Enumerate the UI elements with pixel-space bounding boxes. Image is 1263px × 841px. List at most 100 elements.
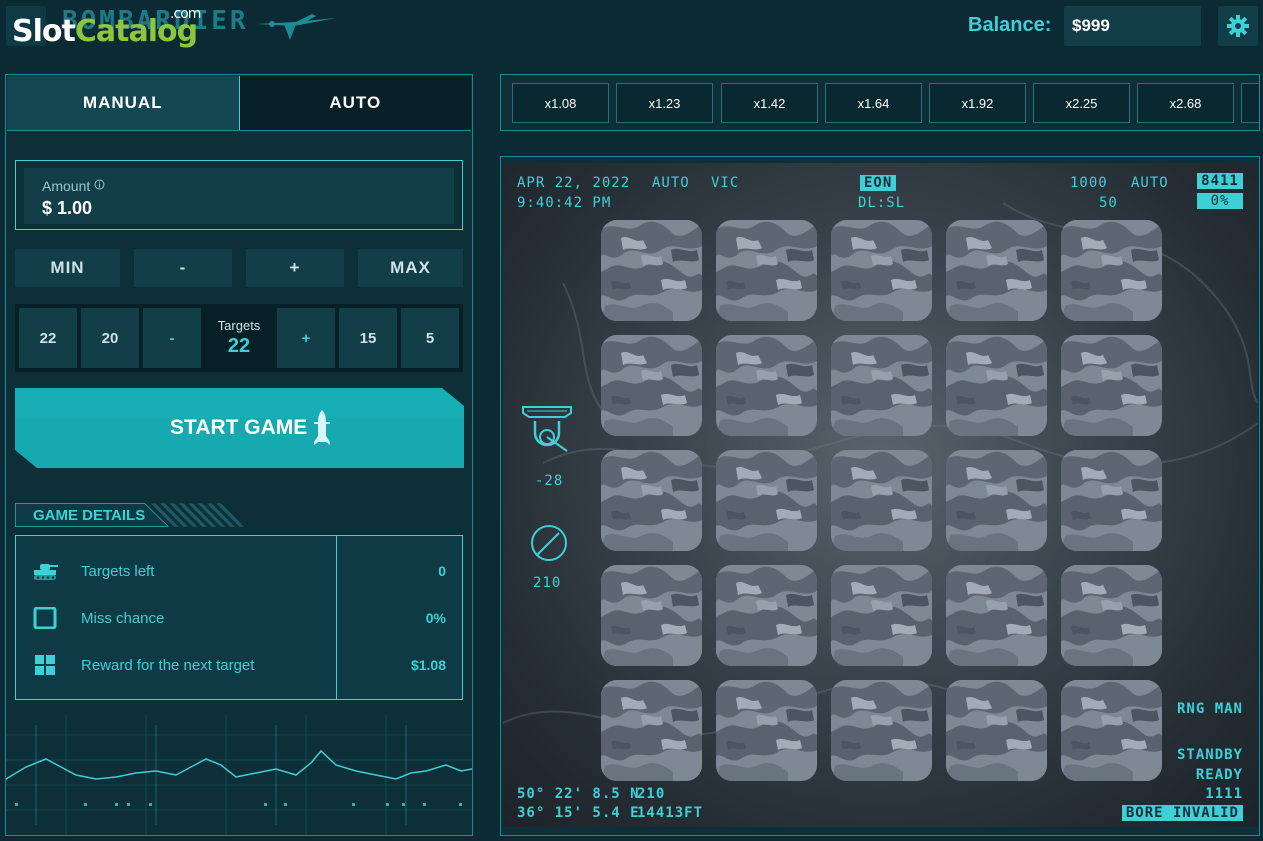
- targets-increase-button[interactable]: +: [277, 308, 335, 368]
- hud-longitude: 36° 15' 5.4 E: [517, 805, 640, 821]
- drone-camera-view: APR 22, 2022 9:40:42 PM AUTO VIC EON DL:…: [503, 163, 1258, 827]
- target-tile[interactable]: [1061, 220, 1162, 321]
- decrease-bet-button[interactable]: -: [134, 249, 232, 287]
- amount-field-wrapper: Amount $ 1.00: [15, 160, 463, 230]
- hud-percent: 0%: [1197, 193, 1243, 209]
- targets-selector: 22 20 - Targets 22 + 15 5: [15, 304, 463, 372]
- target-tile[interactable]: [716, 220, 817, 321]
- hud-num: 1111: [1205, 786, 1243, 802]
- target-tile[interactable]: [831, 680, 932, 781]
- hud-standby: STANDBY: [1176, 747, 1243, 763]
- watermark-part1: Slot: [12, 14, 76, 49]
- camo-pattern: [1061, 565, 1162, 666]
- targets-value: 22: [227, 335, 251, 357]
- max-bet-button[interactable]: MAX: [358, 249, 463, 287]
- targets-option-15[interactable]: 15: [339, 308, 397, 368]
- tab-auto[interactable]: AUTO: [239, 76, 471, 130]
- target-tile[interactable]: [716, 335, 817, 436]
- hud-dl: DL:SL: [858, 195, 906, 211]
- camo-pattern: [1061, 335, 1162, 436]
- target-tile[interactable]: [601, 220, 702, 321]
- target-tile[interactable]: [601, 335, 702, 436]
- settings-button[interactable]: [1218, 6, 1258, 46]
- bet-controls: MIN - + MAX: [15, 249, 463, 287]
- camo-pattern: [946, 220, 1047, 321]
- targets-option-5[interactable]: 5: [401, 308, 459, 368]
- target-tile[interactable]: [601, 680, 702, 781]
- game-details-title: GAME DETAILS: [33, 507, 146, 524]
- targets-display: Targets 22: [205, 308, 273, 368]
- camo-pattern: [716, 680, 817, 781]
- min-bet-button[interactable]: MIN: [15, 249, 120, 287]
- gimbal-icon: [522, 406, 572, 452]
- target-tile[interactable]: [1061, 680, 1162, 781]
- target-tile[interactable]: [946, 450, 1047, 551]
- camo-pattern: [831, 565, 932, 666]
- target-tile[interactable]: [716, 680, 817, 781]
- target-tile[interactable]: [716, 450, 817, 551]
- game-board: APR 22, 2022 9:40:42 PM AUTO VIC EON DL:…: [500, 156, 1260, 836]
- camo-pattern: [601, 450, 702, 551]
- tank-icon: [34, 564, 58, 580]
- detail-label-reward: Reward for the next target: [81, 657, 255, 674]
- multiplier-item: x2.25: [1033, 83, 1130, 123]
- target-tile[interactable]: [946, 220, 1047, 321]
- target-tile[interactable]: [716, 565, 817, 666]
- target-tile[interactable]: [1061, 335, 1162, 436]
- hud-ready: READY: [1195, 767, 1243, 783]
- hud-date: APR 22, 2022: [517, 175, 631, 191]
- multiplier-item: x1.64: [825, 83, 922, 123]
- amount-value: $ 1.00: [42, 198, 93, 218]
- hud-mode-auto: AUTO: [652, 175, 690, 191]
- hud-mode-auto-2: AUTO: [1131, 175, 1169, 191]
- hud-rng: RNG MAN: [1176, 701, 1243, 717]
- start-game-label: START GAME: [170, 416, 308, 439]
- camo-pattern: [716, 565, 817, 666]
- targets-label: Targets: [217, 318, 261, 333]
- camo-pattern: [946, 335, 1047, 436]
- camo-pattern: [831, 450, 932, 551]
- target-tile[interactable]: [601, 450, 702, 551]
- camo-pattern: [831, 680, 932, 781]
- hud-mode-vic: VIC: [711, 175, 740, 191]
- hud-alt-50: 50: [1099, 195, 1118, 211]
- target-tile[interactable]: [946, 680, 1047, 781]
- increase-bet-button[interactable]: +: [246, 249, 344, 287]
- signal-graph: [6, 715, 472, 835]
- target-tile[interactable]: [1061, 565, 1162, 666]
- multiplier-item: x1.92: [929, 83, 1026, 123]
- square-icon: [33, 607, 57, 629]
- camo-pattern: [716, 450, 817, 551]
- detail-label-targets-left: Targets left: [81, 563, 155, 580]
- amount-field[interactable]: Amount $ 1.00: [24, 168, 454, 224]
- hud-altitude: 14413FT: [637, 805, 704, 821]
- target-tile[interactable]: [946, 335, 1047, 436]
- tab-manual[interactable]: MANUAL: [7, 76, 240, 130]
- targets-option-20[interactable]: 20: [81, 308, 139, 368]
- header: BOMBARDIER SlotCatalog .com Balance: $999: [0, 0, 1263, 52]
- game-details-body: Targets left 0 Miss chance 0% Reward for…: [15, 535, 463, 700]
- info-icon[interactable]: [94, 179, 105, 190]
- target-tile[interactable]: [831, 220, 932, 321]
- detail-row-miss-chance: Miss chance 0%: [16, 603, 462, 633]
- balance-value: $999: [1064, 6, 1201, 46]
- start-game-button[interactable]: START GAME: [15, 388, 464, 468]
- target-tile[interactable]: [1061, 450, 1162, 551]
- camo-pattern: [601, 565, 702, 666]
- targets-option-22[interactable]: 22: [19, 308, 77, 368]
- target-tile[interactable]: [831, 450, 932, 551]
- watermark-part3: .com: [170, 6, 201, 22]
- target-tile[interactable]: [946, 565, 1047, 666]
- camo-pattern: [716, 220, 817, 321]
- target-tile[interactable]: [831, 565, 932, 666]
- camo-pattern: [716, 335, 817, 436]
- balance-label: Balance:: [968, 14, 1052, 36]
- target-tile[interactable]: [601, 565, 702, 666]
- camo-pattern: [946, 680, 1047, 781]
- targets-decrease-button[interactable]: -: [143, 308, 201, 368]
- multiplier-bar: x1.08 x1.23 x1.42 x1.64 x1.92 x2.25 x2.6…: [500, 74, 1260, 131]
- camo-pattern: [1061, 220, 1162, 321]
- multiplier-item: x1.42: [721, 83, 818, 123]
- camo-pattern: [946, 450, 1047, 551]
- target-tile[interactable]: [831, 335, 932, 436]
